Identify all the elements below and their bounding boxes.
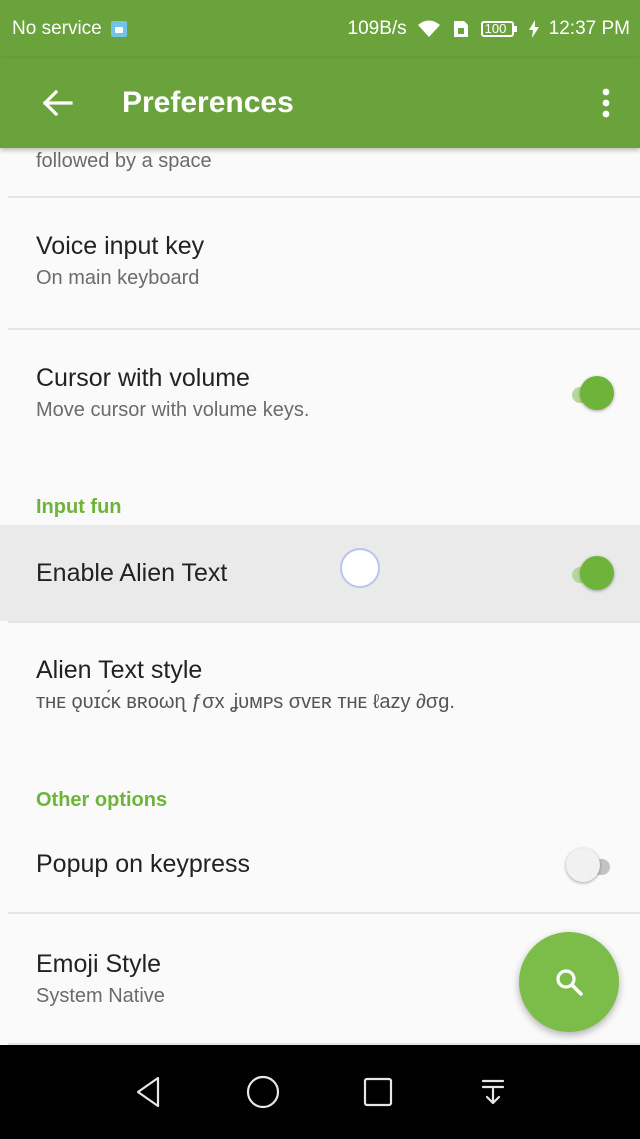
nav-back-button[interactable]	[118, 1062, 178, 1122]
battery-level-text: 100	[484, 21, 507, 36]
divider	[8, 328, 640, 330]
android-notification-icon	[110, 20, 128, 38]
pref-title: Cursor with volume	[36, 364, 250, 392]
charging-icon	[528, 20, 539, 38]
net-speed-text: 109B/s	[347, 18, 407, 39]
pref-summary: On main keyboard	[36, 267, 200, 289]
recents-square-icon	[363, 1077, 392, 1107]
sim-icon	[451, 19, 471, 39]
cursor-with-volume-toggle[interactable]	[568, 376, 614, 412]
category-input-fun: Input fun	[36, 496, 122, 518]
search-fab-button[interactable]	[519, 932, 619, 1032]
nav-notification-button[interactable]	[463, 1062, 523, 1122]
pref-alien-text-style[interactable]: Alien Text style ᴛʜᴇ ǫᴜɪᴄ́ᴋ ʙʀᴏωɳ ƒσx ʝᴜ…	[0, 656, 640, 714]
carrier-text: No service	[12, 18, 102, 39]
pref-popup-on-keypress[interactable]: Popup on keypress	[0, 850, 640, 879]
divider	[8, 196, 640, 198]
status-bar: No service 109B/s 100 12:37 PM	[0, 0, 640, 58]
page-title: Preferences	[122, 86, 294, 119]
toggle-thumb	[580, 556, 614, 590]
nav-recents-button[interactable]	[348, 1062, 408, 1122]
screen: No service 109B/s 100 12:37 PM Preferenc…	[0, 0, 640, 1139]
arrow-back-icon	[43, 90, 73, 116]
nav-home-button[interactable]	[233, 1062, 293, 1122]
preferences-list[interactable]: followed by a space Voice input key On m…	[0, 148, 640, 1045]
search-icon	[556, 969, 583, 996]
more-vert-icon	[602, 88, 610, 118]
pref-title: Enable Alien Text	[36, 559, 228, 587]
wifi-icon	[417, 19, 441, 39]
pref-summary: Move cursor with volume keys.	[36, 399, 310, 421]
clock-text: 12:37 PM	[548, 18, 630, 39]
pref-summary: ᴛʜᴇ ǫᴜɪᴄ́ᴋ ʙʀᴏωɳ ƒσx ʝᴜᴍᴘs σᴠᴇʀ ᴛʜᴇ ℓazy…	[36, 691, 455, 713]
popup-on-keypress-toggle[interactable]	[566, 848, 614, 884]
pref-title: Popup on keypress	[36, 850, 251, 878]
app-bar: Preferences	[0, 58, 640, 148]
pref-title: Alien Text style	[36, 656, 203, 684]
battery-icon: 100	[480, 19, 519, 39]
divider	[8, 621, 640, 623]
pref-partial-item[interactable]: followed by a space	[0, 148, 640, 173]
toggle-thumb	[580, 376, 614, 410]
divider	[8, 912, 640, 914]
notification-pull-icon	[481, 1079, 504, 1105]
pref-title: Voice input key	[36, 232, 205, 260]
overflow-menu-button[interactable]	[586, 75, 626, 131]
enable-alien-text-toggle[interactable]	[568, 556, 614, 592]
pref-cursor-with-volume[interactable]: Cursor with volume Move cursor with volu…	[0, 364, 640, 422]
touch-indicator	[340, 548, 380, 588]
home-circle-icon	[246, 1075, 279, 1109]
back-button[interactable]	[30, 75, 86, 131]
pref-voice-input-key[interactable]: Voice input key On main keyboard	[0, 232, 640, 290]
system-nav-bar	[0, 1045, 640, 1139]
pref-enable-alien-text[interactable]: Enable Alien Text	[0, 559, 640, 588]
category-other-options: Other options	[36, 789, 168, 811]
toggle-thumb	[566, 848, 600, 882]
back-triangle-icon	[136, 1076, 159, 1108]
pref-partial-summary: followed by a space	[36, 150, 212, 172]
